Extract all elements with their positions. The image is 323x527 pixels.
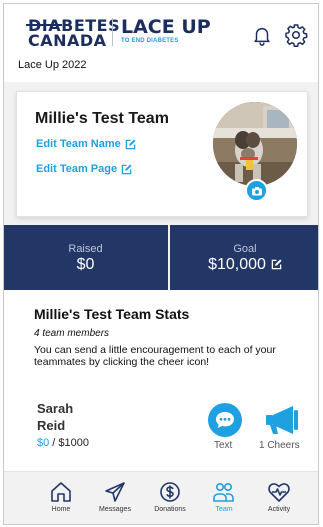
- nav-donations[interactable]: Donations: [142, 480, 198, 513]
- nav-activity[interactable]: Activity: [251, 480, 307, 513]
- team-avatar[interactable]: [213, 102, 297, 186]
- diabetes-canada-logo: DIABETES CANADA: [26, 18, 120, 50]
- lace-up-logo: LACE UP TO END DIABETES: [121, 16, 211, 45]
- edit-team-page-link[interactable]: Edit Team Page: [36, 163, 132, 175]
- edit-icon: [125, 138, 136, 149]
- raised-panel: Raised $0: [4, 225, 167, 290]
- send-icon: [105, 482, 125, 502]
- raised-label: Raised: [68, 243, 103, 255]
- team-stats-section: Millie's Test Team Stats 4 team members …: [4, 290, 318, 471]
- cheers-count: 1 Cheers: [259, 440, 300, 451]
- megaphone-icon[interactable]: [263, 403, 301, 437]
- raised-value: $0: [76, 256, 95, 273]
- gear-icon[interactable]: [284, 23, 308, 47]
- logo-strike-line: [26, 24, 62, 26]
- edit-icon: [121, 163, 132, 174]
- nav-messages-label: Messages: [99, 506, 131, 513]
- member-last-name: Reid: [37, 418, 66, 433]
- nav-team[interactable]: Team: [196, 480, 252, 513]
- camera-icon: [251, 186, 262, 195]
- goal-value: $10,000: [208, 256, 266, 273]
- goal-panel[interactable]: Goal $10,000: [170, 225, 318, 290]
- lace-up-tagline: TO END DIABETES: [121, 38, 179, 44]
- cheer-instructions: You can send a little encouragement to e…: [34, 344, 276, 368]
- heartbeat-icon: [268, 483, 290, 502]
- member-raised: $0: [37, 437, 50, 449]
- member-fundraising: $0 / $1000: [37, 437, 89, 449]
- team-card: Millie's Test Team Edit Team Name Edit T…: [16, 91, 308, 217]
- team-name: Millie's Test Team: [35, 110, 169, 127]
- nav-home-label: Home: [51, 506, 71, 513]
- fundraising-summary: Raised $0 Goal $10,000: [4, 225, 318, 290]
- app-header: DIABETES CANADA LACE UP TO END DIABETES …: [4, 4, 318, 82]
- chat-bubble-icon: [216, 412, 234, 428]
- edit-goal-icon[interactable]: [271, 259, 282, 270]
- bottom-nav: Home Messages Donations Team Activity: [4, 471, 318, 524]
- text-label: Text: [214, 440, 233, 451]
- team-photo-image: [213, 102, 297, 186]
- dollar-icon: [160, 482, 180, 502]
- nav-home[interactable]: Home: [33, 480, 89, 513]
- change-photo-button[interactable]: [245, 179, 268, 202]
- team-icon: [213, 482, 234, 502]
- member-first-name: Sarah: [37, 401, 74, 416]
- edit-team-name-link[interactable]: Edit Team Name: [36, 138, 136, 150]
- lace-up-title: LACE UP: [121, 16, 211, 38]
- edit-team-page-label: Edit Team Page: [36, 163, 118, 175]
- team-stats-title: Millie's Test Team Stats: [34, 306, 190, 322]
- member-goal: $1000: [58, 437, 90, 449]
- edit-team-name-label: Edit Team Name: [36, 138, 121, 150]
- nav-donations-label: Donations: [154, 506, 186, 513]
- app-frame: DIABETES CANADA LACE UP TO END DIABETES …: [3, 3, 319, 525]
- bell-icon[interactable]: [251, 24, 273, 46]
- event-name: Lace Up 2022: [18, 59, 87, 71]
- home-icon: [51, 482, 71, 502]
- member-name: Sarah Reid: [37, 400, 107, 434]
- nav-messages[interactable]: Messages: [87, 480, 143, 513]
- nav-team-label: Team: [215, 506, 233, 513]
- logo-line-2: CANADA: [28, 31, 107, 50]
- logo-divider: [112, 18, 113, 46]
- member-count: 4 team members: [34, 328, 110, 339]
- text-member-button[interactable]: [208, 403, 242, 437]
- goal-label: Goal: [233, 243, 257, 255]
- nav-activity-label: Activity: [267, 506, 291, 513]
